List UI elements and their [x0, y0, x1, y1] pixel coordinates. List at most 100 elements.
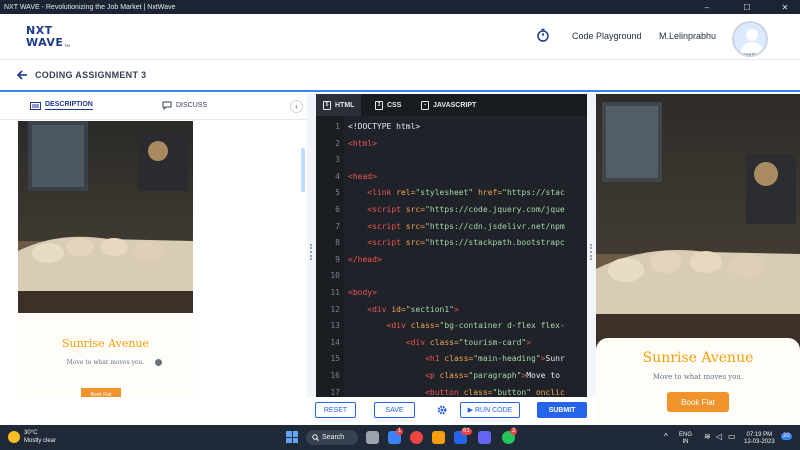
- username: M.Lelinprabhu: [659, 31, 717, 41]
- tab-discuss[interactable]: DISCUSS: [162, 101, 207, 110]
- wifi-icon[interactable]: ≋: [704, 433, 711, 441]
- paragraph: Move to what moves you.: [66, 359, 145, 366]
- chrome-icon[interactable]: [410, 431, 423, 444]
- code-line[interactable]: 9 </head>: [316, 251, 587, 268]
- teams-badge: 61: [461, 428, 472, 435]
- date: 12-03-2023: [744, 439, 775, 445]
- code-line[interactable]: 6 <script src="https://code.jquery.com/j…: [316, 201, 587, 218]
- resize-handle-right[interactable]: [587, 94, 596, 397]
- tab-description[interactable]: DESCRIPTION: [30, 101, 93, 110]
- maximize-button[interactable]: ☐: [732, 0, 762, 14]
- left-tabs: DESCRIPTION DISCUSS ‹: [0, 94, 307, 120]
- chevron-up-icon[interactable]: ^: [664, 433, 668, 441]
- clock[interactable]: 07:19 PM 12-03-2023: [744, 432, 775, 446]
- line-number: 4: [335, 171, 340, 181]
- app-icon[interactable]: [478, 431, 491, 444]
- code-line[interactable]: 16 <p class="paragraph">Move to: [316, 367, 587, 384]
- code-line[interactable]: 3: [316, 151, 587, 168]
- language-indicator[interactable]: ENG IN: [679, 432, 692, 446]
- code-text: <div class="tourism-card">: [405, 337, 532, 347]
- line-number: 11: [330, 288, 340, 297]
- save-button[interactable]: SAVE: [374, 402, 415, 418]
- tab-javascript[interactable]: ▪ JAVASCRIPT: [414, 94, 483, 116]
- scrollbar[interactable]: [301, 148, 305, 192]
- taskbar-search[interactable]: Search: [306, 430, 358, 445]
- whatsapp-badge: 2: [510, 428, 518, 435]
- code-line[interactable]: 15 <h1 class="main-heading">Sunr: [316, 350, 587, 367]
- line-number: 15: [330, 354, 340, 364]
- code-line[interactable]: 1 <!DOCTYPE html>: [316, 118, 587, 135]
- app-header: NXT WAVE TM Code Playground M.Lelinprabh…: [0, 14, 800, 60]
- code-editor[interactable]: 5 HTML 3 CSS ▪ JAVASCRIPT 1 <!DOCTYPE htm…: [316, 94, 587, 397]
- line-number: 7: [335, 221, 340, 231]
- code-text: <p class="paragraph">Move to: [425, 371, 560, 380]
- document-icon: [30, 101, 41, 110]
- line-number: 1: [335, 122, 340, 131]
- collapse-panel-button[interactable]: ‹: [290, 100, 303, 113]
- volume-icon[interactable]: ◁: [716, 433, 722, 441]
- nxtwave-logo[interactable]: NXT WAVE TM: [26, 24, 76, 50]
- line-number: 17: [330, 387, 340, 397]
- minimize-button[interactable]: –: [692, 0, 722, 14]
- task-view-icon[interactable]: [366, 431, 379, 444]
- code-line[interactable]: 8 <script src="https://stackpath.bootstr…: [316, 234, 587, 251]
- avatar[interactable]: SMART: [732, 21, 768, 57]
- stopwatch-icon[interactable]: [536, 28, 550, 42]
- main-heading-output: Sunrise Avenue: [642, 350, 754, 366]
- code-text: <script src="https://code.jquery.com/jqu…: [367, 205, 565, 214]
- window-titlebar: NXT WAVE - Revolutionizing the Job Marke…: [0, 0, 800, 14]
- code-text: <body>: [348, 288, 377, 297]
- code-line[interactable]: 2 <html>: [316, 135, 587, 152]
- code-line[interactable]: 17 <button class="button" onclic: [316, 384, 587, 397]
- code-text: </head>: [348, 254, 382, 264]
- notification-badge[interactable]: 20: [781, 433, 792, 440]
- line-number: 12: [330, 304, 340, 314]
- reference-preview: Sunrise Avenue Move to what moves you. B…: [18, 121, 193, 397]
- code-line[interactable]: 5 <link rel="stylesheet" href="https://s…: [316, 184, 587, 201]
- code-playground-link[interactable]: Code Playground: [572, 31, 642, 41]
- resize-handle-left[interactable]: [307, 94, 316, 397]
- line-number: 13: [330, 321, 340, 331]
- output-preview: Sunrise Avenue Move to what moves you. B…: [596, 94, 800, 425]
- weather-icon: [8, 431, 20, 443]
- html5-icon: 5: [323, 100, 331, 110]
- code-text: <div id="section1">: [367, 304, 459, 314]
- code-line[interactable]: 11 <body>: [316, 284, 587, 301]
- tourism-card-output: Sunrise Avenue Move to what moves you. B…: [596, 338, 800, 425]
- description-panel: DESCRIPTION DISCUSS ‹ Sunrise Avenue Mov…: [0, 94, 307, 397]
- tab-html[interactable]: 5 HTML: [316, 94, 362, 116]
- code-text: <head>: [348, 171, 377, 181]
- living-room-image: [18, 121, 193, 313]
- tab-description-label: DESCRIPTION: [45, 101, 93, 110]
- tab-css[interactable]: 3 CSS: [368, 94, 408, 116]
- code-text: <script src="https://cdn.jsdelivr.net/np…: [367, 221, 565, 231]
- line-number: 14: [330, 337, 340, 347]
- file-explorer-icon[interactable]: [432, 431, 445, 444]
- editor-action-bar: RESET SAVE ▶ RUN CODE SUBMIT: [307, 397, 596, 425]
- code-line[interactable]: 4 <head>: [316, 168, 587, 185]
- reset-button[interactable]: RESET: [315, 402, 356, 418]
- line-number: 8: [335, 238, 340, 248]
- code-line[interactable]: 10: [316, 267, 587, 284]
- weather-text: Mostly clear: [24, 438, 57, 444]
- battery-icon[interactable]: ▭: [728, 433, 736, 441]
- arrow-left-icon[interactable]: [16, 69, 28, 81]
- line-number: 2: [335, 138, 340, 148]
- close-button[interactable]: ✕: [770, 0, 800, 14]
- submit-button[interactable]: SUBMIT: [537, 402, 587, 418]
- assignment-bar: CODING ASSIGNMENT 3: [0, 60, 800, 92]
- js-file-icon: ▪: [421, 100, 429, 110]
- run-code-button[interactable]: ▶ RUN CODE: [460, 402, 520, 418]
- book-flat-button[interactable]: Book Flat: [81, 388, 121, 397]
- code-line[interactable]: 7 <script src="https://cdn.jsdelivr.net/…: [316, 218, 587, 235]
- code-line[interactable]: 13 <div class="bg-container d-flex flex-: [316, 317, 587, 334]
- paragraph-output: Move to what moves you.: [652, 373, 744, 381]
- line-number: 9: [335, 254, 340, 264]
- book-flat-button-output[interactable]: Book Flat: [667, 392, 729, 412]
- code-line[interactable]: 12 <div id="section1">: [316, 301, 587, 318]
- gear-icon[interactable]: [436, 404, 448, 416]
- windows-start-icon[interactable]: [286, 431, 298, 443]
- weather-widget[interactable]: 30°C Mostly clear: [8, 429, 56, 445]
- code-line[interactable]: 14 <div class="tourism-card">: [316, 334, 587, 351]
- line-number: 16: [330, 371, 340, 380]
